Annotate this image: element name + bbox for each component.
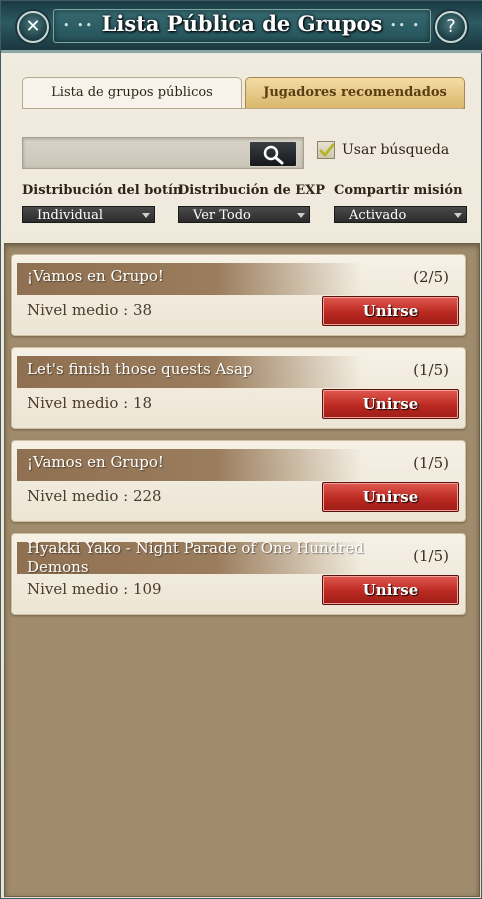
group-card: ¡Vamos en Grupo! (1/5) Nivel medio : 228… — [11, 440, 466, 522]
loot-distribution-dropdown[interactable]: Individual — [22, 206, 155, 223]
group-card: Let's finish those quests Asap (1/5) Niv… — [11, 347, 466, 429]
group-card: ¡Vamos en Grupo! (2/5) Nivel medio : 38 … — [11, 254, 466, 336]
join-button[interactable]: Unirse — [322, 575, 459, 605]
chevron-down-icon — [297, 213, 305, 218]
loot-distribution-value: Individual — [37, 208, 104, 223]
group-card: Hyakki Yako - Night Parade of One Hundre… — [11, 533, 466, 615]
tab-divider — [22, 108, 463, 109]
share-quest-value: Activado — [349, 208, 407, 223]
group-title: Let's finish those quests Asap — [27, 360, 253, 378]
window-title: Lista Pública de Grupos — [101, 11, 383, 36]
group-average-level: Nivel medio : 228 — [27, 487, 162, 505]
group-member-count: (2/5) — [413, 268, 449, 286]
chevron-down-icon — [454, 213, 462, 218]
group-member-count: (1/5) — [413, 361, 449, 379]
share-quest-label: Compartir misión — [334, 183, 463, 198]
group-average-level: Nivel medio : 109 — [27, 580, 162, 598]
exp-distribution-label: Distribución de EXP — [178, 183, 326, 198]
search-input[interactable] — [27, 142, 245, 164]
help-icon: ? — [446, 16, 456, 37]
help-button[interactable]: ? — [435, 11, 467, 43]
group-member-count: (1/5) — [413, 547, 449, 565]
chevron-down-icon — [142, 213, 150, 218]
group-list: ¡Vamos en Grupo! (2/5) Nivel medio : 38 … — [4, 243, 480, 897]
group-member-count: (1/5) — [413, 454, 449, 472]
title-bar: • •• •• • Lista Pública de Grupos ✕ ? — [1, 1, 482, 53]
use-search-label: Usar búsqueda — [342, 142, 450, 158]
tab-public-groups[interactable]: Lista de grupos públicos — [22, 77, 242, 109]
tab-recommended-players[interactable]: Jugadores recomendados — [245, 77, 465, 109]
close-icon: ✕ — [25, 16, 41, 37]
join-button[interactable]: Unirse — [322, 482, 459, 512]
group-average-level: Nivel medio : 18 — [27, 394, 153, 412]
join-button[interactable]: Unirse — [322, 389, 459, 419]
exp-distribution-value: Ver Todo — [193, 208, 251, 223]
close-button[interactable]: ✕ — [17, 11, 49, 43]
loot-distribution-label: Distribución del botín — [22, 183, 183, 198]
search-icon — [263, 145, 284, 165]
join-button[interactable]: Unirse — [322, 296, 459, 326]
group-title: Hyakki Yako - Night Parade of One Hundre… — [27, 539, 364, 576]
checkmark-icon — [319, 143, 335, 157]
group-title: ¡Vamos en Grupo! — [27, 267, 164, 285]
group-title: ¡Vamos en Grupo! — [27, 453, 164, 471]
exp-distribution-dropdown[interactable]: Ver Todo — [178, 206, 310, 223]
use-search-checkbox[interactable] — [317, 141, 335, 159]
group-average-level: Nivel medio : 38 — [27, 301, 153, 319]
group-list-window: • •• •• • Lista Pública de Grupos ✕ ? Li… — [0, 0, 482, 899]
search-button[interactable] — [249, 141, 297, 167]
share-quest-dropdown[interactable]: Activado — [334, 206, 467, 223]
